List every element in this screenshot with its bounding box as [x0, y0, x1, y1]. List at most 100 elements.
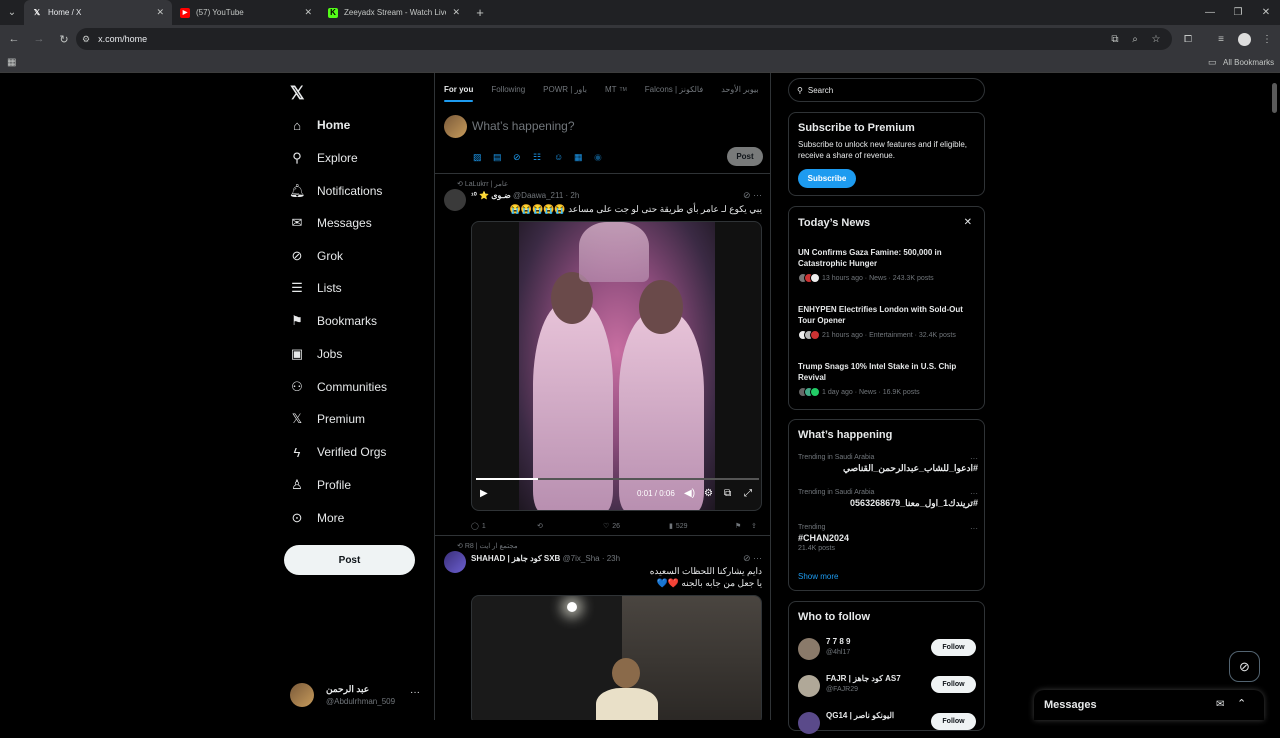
repost-button[interactable]: ⟲	[537, 522, 543, 530]
schedule-icon[interactable]: ▦	[574, 152, 583, 163]
tab-falcons[interactable]: Falcons | فالكونز	[636, 73, 712, 106]
tweet-image[interactable]	[471, 595, 762, 720]
close-icon[interactable]: ✕	[156, 7, 164, 18]
nav-grok[interactable]: ⊘ Grok	[289, 242, 343, 270]
tweet-more-icon[interactable]: ⊘ ···	[743, 553, 762, 564]
tab-for-you[interactable]: For you	[435, 73, 482, 106]
settings-icon[interactable]: ⚙	[704, 488, 713, 499]
x-logo-icon[interactable]: 𝕏	[290, 83, 305, 104]
avatar[interactable]	[444, 551, 466, 573]
forward-arrow-icon[interactable]: →	[28, 28, 50, 50]
trend-more-icon[interactable]: ···	[970, 489, 978, 498]
post-button[interactable]: Post	[284, 545, 415, 575]
video-player[interactable]: ▶ 0:01 / 0:06 ◀) ⚙ ⧉ ⤢	[471, 221, 762, 511]
browser-menu-icon[interactable]: ⋮	[1257, 29, 1277, 49]
picture-in-picture-icon[interactable]: ⧉	[724, 488, 731, 499]
browser-tab-home[interactable]: 𝕏 Home / X ✕	[24, 0, 172, 25]
tab-mt[interactable]: MT TM	[596, 73, 636, 106]
window-close-button[interactable]: ✕	[1252, 0, 1280, 25]
nav-profile[interactable]: ♙ Profile	[289, 471, 351, 499]
like-button[interactable]: ♡ 26	[603, 522, 620, 531]
close-icon[interactable]: ✕	[304, 7, 312, 18]
nav-home[interactable]: ⌂ Home	[289, 111, 350, 139]
nav-lists[interactable]: ☰ Lists	[289, 274, 342, 302]
tweet-author[interactable]: ضـوى ⭐️ ¹⁰ @Daawa_211 · 2h	[471, 191, 579, 200]
address-bar[interactable]: ⚙ x.com/home	[76, 28, 1172, 50]
profile-avatar[interactable]	[1234, 29, 1254, 49]
follow-suggestion[interactable]: QG14 | اليونكو ناصر Follow	[798, 710, 978, 738]
site-info-icon[interactable]: ⚙	[82, 34, 90, 45]
reply-button[interactable]: ◯ 1	[471, 522, 486, 531]
news-item[interactable]: ENHYPEN Electrifies London with Sold-Out…	[798, 304, 978, 340]
nav-messages[interactable]: ✉ Messages	[289, 209, 372, 237]
trend-item[interactable]: Trending in Saudi Arabia #ادعوا_للشاب_عب…	[798, 454, 978, 474]
tab-search-chevron-icon[interactable]: ⌄	[0, 0, 24, 25]
news-item[interactable]: UN Confirms Gaza Famine: 500,000 in Cata…	[798, 247, 978, 283]
nav-explore[interactable]: ⚲ Explore	[289, 144, 357, 172]
compose-input[interactable]: What’s happening?	[472, 119, 575, 133]
tab-community[interactable]: بيوبر الأوحد	[712, 73, 767, 106]
gif-icon[interactable]: ▤	[493, 152, 502, 163]
search-input[interactable]: ⚲ Search	[788, 78, 985, 102]
follow-button[interactable]: Follow	[931, 676, 976, 693]
tweet[interactable]: ⟲ R8 | مجتمع ار ايت SHAHAD | كود جاهز SX…	[435, 536, 770, 720]
tab-powr[interactable]: POWR | باور	[534, 73, 596, 106]
tweet-author[interactable]: SHAHAD | كود جاهز SXB @7ix_Sha · 23h	[471, 554, 620, 563]
nav-premium[interactable]: 𝕏 Premium	[289, 405, 365, 433]
close-icon[interactable]: ✕	[964, 217, 972, 228]
more-dots-icon[interactable]: ···	[410, 687, 420, 698]
zoom-icon[interactable]: ⌕	[1125, 29, 1145, 49]
show-more-link[interactable]: Show more	[798, 572, 838, 581]
subscribe-button[interactable]: Subscribe	[798, 169, 856, 188]
tweet-more-icon[interactable]: ⊘ ···	[743, 190, 762, 201]
star-icon[interactable]: ☆	[1146, 29, 1166, 49]
volume-icon[interactable]: ◀)	[684, 488, 695, 499]
nav-communities[interactable]: ⚇ Communities	[289, 373, 387, 401]
avatar[interactable]	[444, 189, 466, 211]
emoji-icon[interactable]: ☺	[554, 152, 563, 162]
fullscreen-icon[interactable]: ⤢	[744, 488, 752, 499]
back-arrow-icon[interactable]: ←	[3, 28, 25, 50]
follow-button[interactable]: Follow	[931, 639, 976, 656]
follow-suggestion[interactable]: 7 7 8 9 @4hl17 Follow	[798, 636, 978, 664]
new-message-icon[interactable]: ✉	[1216, 699, 1224, 710]
browser-tab-stream[interactable]: K Zeeyadx Stream - Watch Live o ✕	[320, 0, 468, 25]
follow-button[interactable]: Follow	[931, 713, 976, 730]
trend-item[interactable]: Trending #CHAN2024 21.4K posts ···	[798, 524, 978, 552]
apps-grid-icon[interactable]: ▦	[7, 57, 16, 68]
browser-tab-youtube[interactable]: ▶ (57) YouTube ✕	[172, 0, 320, 25]
messages-drawer[interactable]: Messages ✉ ⌃	[1034, 690, 1264, 720]
compose-post-button[interactable]: Post	[727, 147, 763, 166]
tweet[interactable]: ⟲ LaLukrr | عامر ضـوى ⭐️ ¹⁰ @Daawa_211 ·…	[435, 174, 770, 536]
close-icon[interactable]: ✕	[452, 7, 460, 18]
nav-more[interactable]: ⊙ More	[289, 504, 345, 532]
nav-bookmarks[interactable]: ⚑ Bookmarks	[289, 307, 377, 335]
account-switcher[interactable]: عبد الرحمن @Abdulrhman_509 ···	[290, 681, 430, 711]
nav-verified-orgs[interactable]: ϟ Verified Orgs	[289, 438, 387, 466]
install-app-icon[interactable]: ⧉	[1105, 29, 1125, 49]
all-bookmarks-link[interactable]: All Bookmarks	[1223, 58, 1274, 67]
image-icon[interactable]: ▨	[473, 152, 482, 163]
nav-jobs[interactable]: ▣ Jobs	[289, 340, 343, 368]
grok-fab-icon[interactable]: ⊘	[1229, 651, 1260, 682]
reload-icon[interactable]: ↻	[53, 28, 75, 50]
play-icon[interactable]: ▶	[480, 488, 488, 499]
tab-following[interactable]: Following	[482, 73, 534, 106]
trend-more-icon[interactable]: ···	[970, 524, 978, 533]
trend-item[interactable]: Trending in Saudi Arabia #تريندك1_اول_مع…	[798, 489, 978, 509]
media-control-icon[interactable]: ≡	[1211, 29, 1231, 49]
new-tab-button[interactable]: +	[468, 5, 492, 20]
location-icon[interactable]: ◉	[594, 152, 602, 163]
extensions-icon[interactable]: ⧠	[1178, 29, 1198, 49]
video-progress-bar[interactable]	[476, 478, 759, 480]
views-button[interactable]: ▮ 529	[669, 522, 688, 531]
poll-icon[interactable]: ☷	[533, 152, 541, 163]
expand-up-icon[interactable]: ⌃	[1237, 697, 1246, 710]
page-scrollbar[interactable]	[1272, 83, 1277, 113]
news-item[interactable]: Trump Snags 10% Intel Stake in U.S. Chip…	[798, 361, 978, 397]
share-button[interactable]: ⇪	[751, 522, 757, 530]
trend-more-icon[interactable]: ···	[970, 454, 978, 463]
bookmark-button[interactable]: ⚑	[735, 522, 741, 530]
restore-button[interactable]: ❐	[1224, 0, 1252, 25]
minimize-button[interactable]: —	[1196, 0, 1224, 25]
